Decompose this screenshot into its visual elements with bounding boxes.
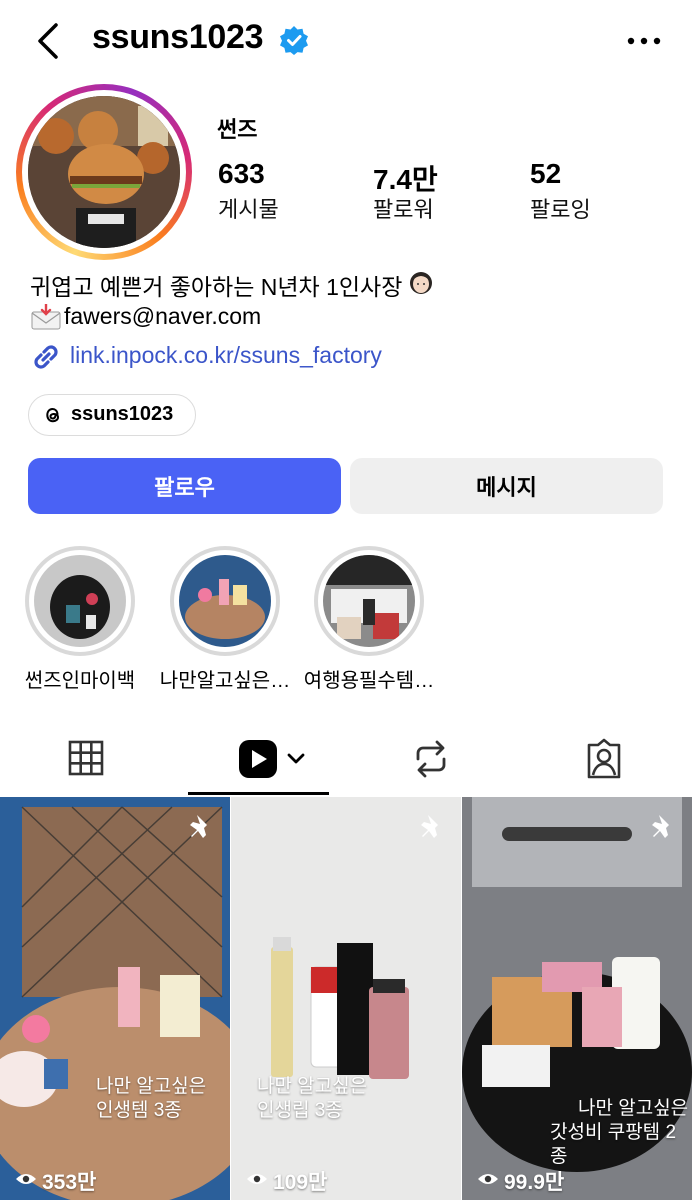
reel-tile[interactable] — [231, 797, 461, 1200]
following-count[interactable]: 52 — [530, 158, 561, 190]
highlight-travel-image — [323, 555, 415, 647]
active-tab-indicator — [188, 792, 329, 795]
pinned-icon — [421, 815, 438, 838]
message-button[interactable]: 메시지 — [350, 458, 663, 514]
profile-link[interactable]: link.inpock.co.kr/ssuns_factory — [70, 342, 382, 369]
woman-emoji-icon — [410, 272, 432, 294]
verified-badge-icon — [280, 26, 308, 55]
highlight-label[interactable]: 여행용필수템… — [299, 664, 439, 693]
follow-button[interactable]: 팔로우 — [28, 458, 341, 514]
grid-icon[interactable] — [68, 737, 104, 781]
reel-caption-line: 나만 알고싶은 — [578, 1098, 689, 1119]
reel-caption-line: 나만 알고싶은 — [257, 1076, 368, 1097]
repost-icon[interactable] — [412, 737, 450, 781]
highlight-label[interactable]: 썬즈인마이백 — [10, 664, 150, 693]
view-count-icon — [478, 1174, 498, 1184]
reel-caption: 나만 알고싶은 인생립 3종 — [231, 1075, 461, 1123]
reel-caption-line: 인생템 3종 — [96, 1100, 182, 1121]
threads-icon — [46, 407, 60, 423]
following-label[interactable]: 팔로잉 — [530, 192, 591, 224]
reel-thumbnail — [231, 797, 461, 1200]
threads-handle[interactable]: ssuns1023 — [71, 403, 173, 426]
pinned-icon — [652, 815, 669, 838]
highlight-cover[interactable] — [34, 555, 126, 647]
back-chevron-icon[interactable] — [32, 22, 66, 60]
bio-line: 귀엽고 예쁜거 좋아하는 N년차 1인사장 — [30, 274, 403, 300]
highlight-pouch-image — [179, 555, 271, 647]
view-count: 99.9만 — [504, 1171, 565, 1194]
profile-avatar[interactable] — [28, 96, 180, 248]
posts-label[interactable]: 게시물 — [218, 192, 279, 224]
reel-thumbnail — [0, 797, 230, 1200]
highlight-bag-image — [34, 555, 126, 647]
view-count: 109만 — [273, 1171, 328, 1194]
view-count: 353만 — [42, 1171, 97, 1194]
highlight-label[interactable]: 나만알고싶은… — [155, 664, 295, 693]
reel-caption-line: 인생립 3종 — [257, 1100, 343, 1121]
reel-caption-line: 갓성비 쿠팡템 2종 — [550, 1122, 677, 1167]
avatar-photo — [28, 96, 180, 248]
profile-username: ssuns1023 — [92, 18, 264, 56]
reel-caption-line: 나만 알고싶은 — [96, 1076, 207, 1097]
view-count-icon — [247, 1174, 267, 1184]
highlight-cover[interactable] — [179, 555, 271, 647]
reels-icon[interactable] — [238, 737, 310, 781]
posts-count[interactable]: 633 — [218, 158, 265, 190]
pinned-icon — [190, 815, 207, 838]
tagged-icon[interactable] — [584, 737, 624, 781]
bio-email: fawers@naver.com — [64, 303, 262, 329]
reel-caption: 나만 알고싶은 인생템 3종 — [0, 1075, 230, 1123]
followers-label[interactable]: 팔로워 — [373, 192, 434, 224]
display-name: 썬즈 — [217, 117, 258, 142]
reel-tile[interactable] — [0, 797, 230, 1200]
envelope-emoji-icon — [31, 304, 61, 330]
more-options-icon[interactable] — [626, 36, 662, 46]
highlight-cover[interactable] — [323, 555, 415, 647]
reel-caption: 나만 알고싶은 갓성비 쿠팡템 2종 — [462, 1097, 692, 1169]
view-count-icon — [16, 1174, 36, 1184]
link-icon[interactable] — [30, 342, 62, 372]
